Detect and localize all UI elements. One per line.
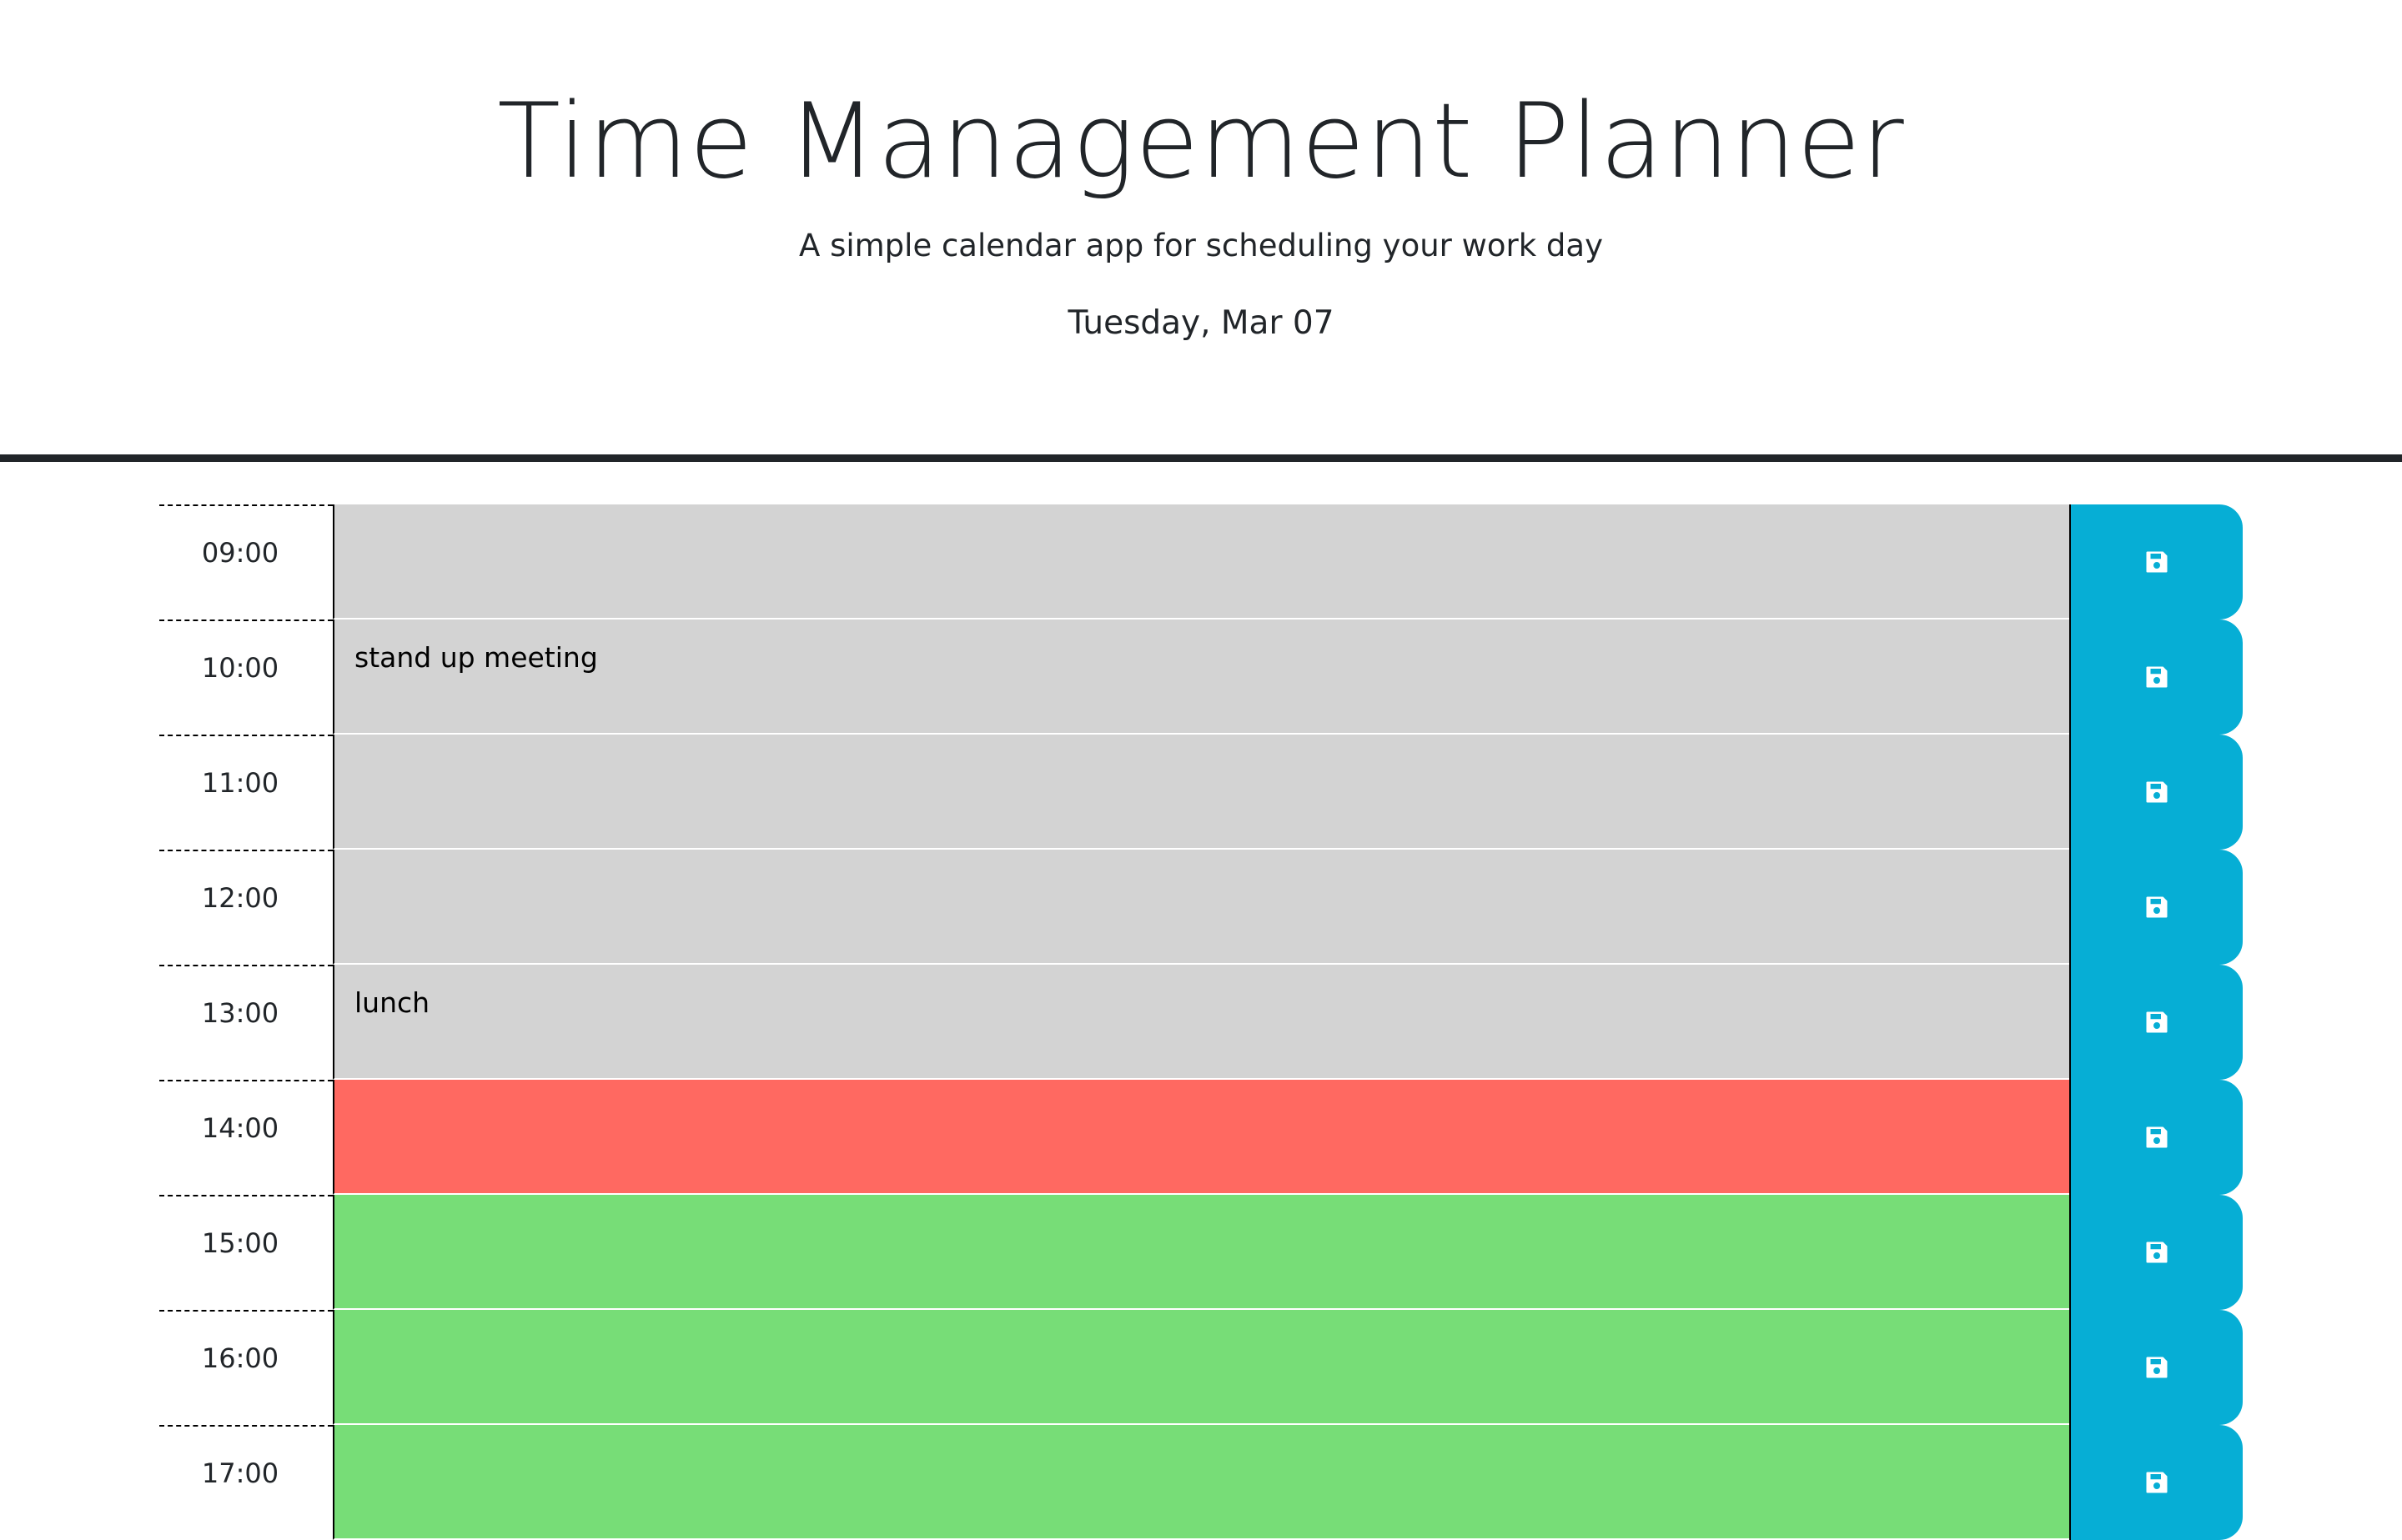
save-button[interactable] xyxy=(2069,1195,2243,1310)
hour-label: 11:00 xyxy=(159,735,333,850)
event-description-input[interactable] xyxy=(333,850,2069,965)
event-description-input[interactable] xyxy=(333,1195,2069,1310)
save-button[interactable] xyxy=(2069,850,2243,965)
save-icon xyxy=(2144,1010,2169,1035)
save-button[interactable] xyxy=(2069,1080,2243,1195)
time-block: 17:00 xyxy=(159,1425,2243,1540)
page-subtitle: A simple calendar app for scheduling you… xyxy=(799,228,1603,263)
header: Time Management Planner A simple calenda… xyxy=(0,0,2402,462)
hour-label: 13:00 xyxy=(159,965,333,1080)
time-block: 15:00 xyxy=(159,1195,2243,1310)
save-icon xyxy=(2144,895,2169,920)
save-icon xyxy=(2144,1355,2169,1380)
save-icon xyxy=(2144,665,2169,690)
current-day: Tuesday, Mar 07 xyxy=(1068,304,1334,342)
save-icon xyxy=(2144,780,2169,805)
save-icon xyxy=(2144,549,2169,574)
event-description-input[interactable] xyxy=(333,1425,2069,1540)
hour-label: 09:00 xyxy=(159,504,333,620)
event-description-input[interactable] xyxy=(333,504,2069,620)
time-block: 14:00 xyxy=(159,1080,2243,1195)
time-block: 11:00 xyxy=(159,735,2243,850)
event-description-input[interactable]: stand up meeting xyxy=(333,620,2069,735)
save-icon xyxy=(2144,1470,2169,1495)
event-description-input[interactable] xyxy=(333,1080,2069,1195)
hour-label: 12:00 xyxy=(159,850,333,965)
save-button[interactable] xyxy=(2069,1310,2243,1425)
time-block: 09:00 xyxy=(159,504,2243,620)
event-description-input[interactable] xyxy=(333,1310,2069,1425)
hour-label: 17:00 xyxy=(159,1425,333,1540)
save-icon xyxy=(2144,1125,2169,1150)
save-icon xyxy=(2144,1240,2169,1265)
hour-label: 14:00 xyxy=(159,1080,333,1195)
save-button[interactable] xyxy=(2069,620,2243,735)
time-block: 12:00 xyxy=(159,850,2243,965)
schedule: 09:00 10:00 stand up meeting 11:00 12:00… xyxy=(159,504,2243,1540)
time-block: 13:00 lunch xyxy=(159,965,2243,1080)
event-description-input[interactable]: lunch xyxy=(333,965,2069,1080)
page-title: Time Management Planner xyxy=(497,82,1905,202)
time-block: 10:00 stand up meeting xyxy=(159,620,2243,735)
hour-label: 16:00 xyxy=(159,1310,333,1425)
save-button[interactable] xyxy=(2069,504,2243,620)
save-button[interactable] xyxy=(2069,735,2243,850)
event-description-input[interactable] xyxy=(333,735,2069,850)
save-button[interactable] xyxy=(2069,1425,2243,1540)
time-block: 16:00 xyxy=(159,1310,2243,1425)
hour-label: 15:00 xyxy=(159,1195,333,1310)
save-button[interactable] xyxy=(2069,965,2243,1080)
hour-label: 10:00 xyxy=(159,620,333,735)
